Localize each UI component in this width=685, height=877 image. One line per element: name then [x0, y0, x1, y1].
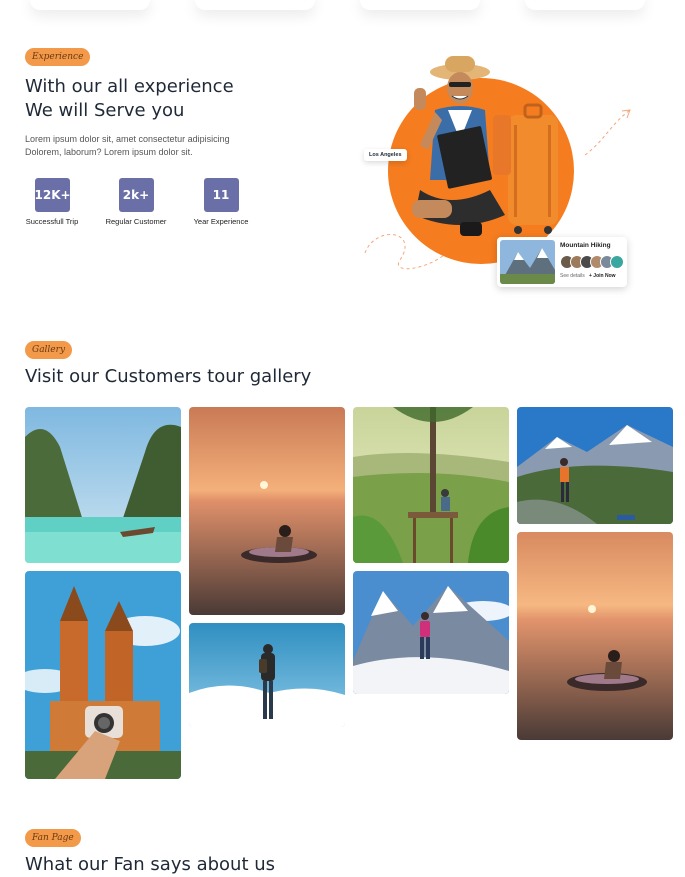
experience-heading-line1: With our all experience	[25, 76, 234, 97]
stat-label: Year Experience	[193, 217, 249, 226]
stat-regular-customer: 2k+ Regular Customer	[101, 178, 171, 226]
location-tag: Los Angeles	[364, 149, 407, 161]
mountain-hiking-card[interactable]: Mountain Hiking See details + Join Now	[497, 237, 627, 287]
gallery-image-sunset-float-2[interactable]	[517, 532, 673, 740]
traveler-figure	[412, 56, 558, 236]
gallery-image-sunset-float[interactable]	[189, 407, 345, 615]
experience-tag: Experience	[25, 48, 91, 66]
fan-page-tag: Fan Page	[25, 829, 81, 847]
gallery-image-snow-climber[interactable]	[353, 571, 509, 694]
join-now-button[interactable]: + Join Now	[589, 273, 616, 279]
stat-label: Regular Customer	[105, 217, 167, 226]
experience-heading-line2: We will Serve you	[25, 100, 185, 121]
gallery-image-tree-platform[interactable]	[353, 407, 509, 563]
hiker-avatars	[560, 255, 624, 269]
experience-description: Lorem ipsum dolor sit, amet consectetur …	[25, 134, 230, 157]
stat-value: 12K+	[34, 178, 71, 212]
hiking-thumbnail	[500, 240, 555, 284]
stat-value: 2k+	[118, 178, 154, 212]
gallery-image-mountain-hiker[interactable]	[517, 407, 673, 524]
gallery-heading: Visit our Customers tour gallery	[25, 366, 312, 387]
hike-card-title: Mountain Hiking	[560, 242, 611, 249]
gallery-image-lagoon[interactable]	[25, 407, 181, 563]
stat-successful-trip: 12K+ Successfull Trip	[17, 178, 87, 226]
top-card-shadows	[0, 0, 685, 20]
gallery-image-church-camera[interactable]	[25, 571, 181, 779]
gallery-image-summit-hiker[interactable]	[189, 623, 345, 727]
stat-year-experience: 11 Year Experience	[186, 178, 256, 226]
hero-illustration: Los Angeles Mountain Hiking See details …	[360, 45, 650, 295]
gallery-tag: Gallery	[25, 341, 73, 359]
see-details-link[interactable]: See details	[560, 273, 585, 279]
stat-value: 11	[203, 178, 239, 212]
fan-heading: What our Fan says about us	[25, 854, 276, 875]
stat-label: Successfull Trip	[25, 217, 79, 226]
